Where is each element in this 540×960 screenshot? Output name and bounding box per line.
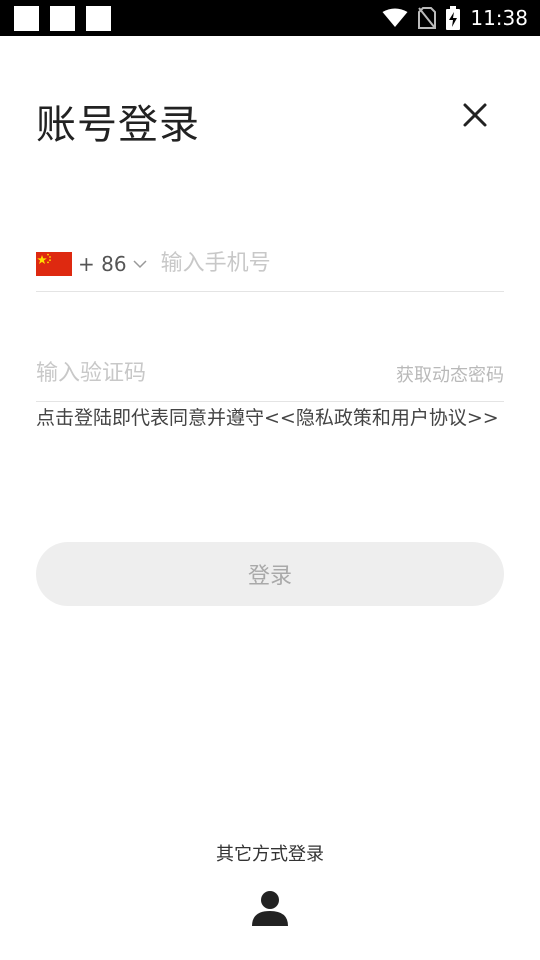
verification-code-input[interactable] — [36, 361, 396, 386]
close-icon[interactable] — [458, 98, 492, 132]
get-code-button[interactable]: 获取动态密码 — [396, 361, 504, 387]
battery-charging-icon — [446, 6, 461, 30]
no-sim-icon — [418, 7, 437, 29]
notification-icon — [86, 6, 111, 31]
login-button[interactable]: 登录 — [36, 542, 504, 606]
status-bar: 11:38 — [0, 0, 540, 36]
agreement-text[interactable]: 点击登陆即代表同意并遵守<<隐私政策和用户协议>> — [36, 406, 506, 430]
phone-number-input[interactable] — [160, 251, 504, 276]
user-icon[interactable] — [250, 888, 290, 928]
page-title: 账号登录 — [36, 102, 200, 148]
clock: 11:38 — [470, 6, 528, 30]
status-indicators: 11:38 — [382, 0, 528, 36]
phone-input-row: + 86 — [36, 236, 504, 292]
notification-icon — [14, 6, 39, 31]
wifi-icon — [382, 8, 408, 27]
country-code[interactable]: + 86 — [78, 252, 127, 276]
notification-icon — [50, 6, 75, 31]
verification-code-row: 获取动态密码 — [36, 346, 504, 402]
other-login-methods-label: 其它方式登录 — [216, 844, 324, 865]
chevron-down-icon[interactable] — [133, 259, 147, 269]
china-flag-icon[interactable] — [36, 251, 72, 276]
